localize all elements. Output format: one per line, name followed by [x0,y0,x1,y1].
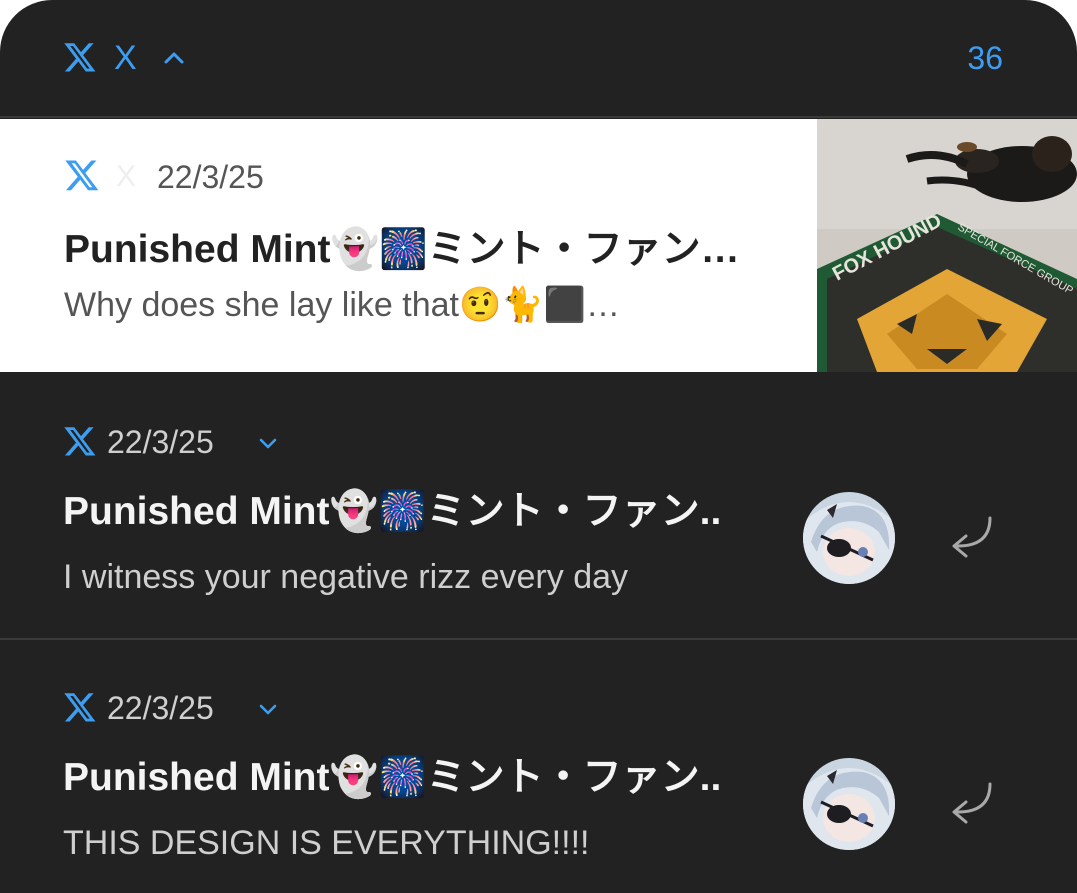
notification-body: THIS DESIGN IS EVERYTHING!!!! [63,824,590,862]
notification-title: Punished Mint👻🎆ミント・ファン… [64,228,740,271]
notification-time: 22/3/25 [107,424,214,460]
chevron-down-icon[interactable] [258,437,278,451]
notification-title: Punished Mint👻🎆ミント・ファン.. [63,490,722,533]
notification-body: I witness your negative rizz every day [63,558,629,596]
avatar [803,758,895,850]
reply-arrow-icon[interactable] [946,514,996,558]
chevron-up-icon[interactable] [162,48,186,66]
avatar [803,492,895,584]
notification-count: 36 [967,40,1003,76]
notification-item[interactable]: X 22/3/25 Punished Mint👻🎆ミント・ファン… Why do… [0,119,1077,372]
notification-title: Punished Mint👻🎆ミント・ファン.. [63,756,722,799]
notification-body: Why does she lay like that🤨🐈⬛… [64,286,620,324]
notification-time: 22/3/25 [157,159,264,195]
x-logo-icon [64,43,96,72]
x-logo-icon [65,160,99,191]
x-logo-icon [64,693,96,722]
notification-group-header[interactable]: X 36 [0,0,1077,118]
x-logo-icon [64,427,96,456]
notification-item[interactable]: 22/3/25 Punished Mint👻🎆ミント・ファン.. THIS DE… [0,640,1077,893]
notification-image[interactable]: FOX HOUND SPECIAL FORCE GROUP [817,119,1077,372]
notification-app-name: X [116,160,137,193]
group-app-name: X [114,39,137,77]
reply-arrow-icon[interactable] [946,780,996,824]
notification-time: 22/3/25 [107,690,214,726]
notification-item[interactable]: 22/3/25 Punished Mint👻🎆ミント・ファン.. I witne… [0,374,1077,640]
chevron-down-icon[interactable] [258,703,278,717]
notification-panel: X 36 X 22/3/25 Punished Mint👻🎆ミント・ファン… W… [0,0,1077,893]
